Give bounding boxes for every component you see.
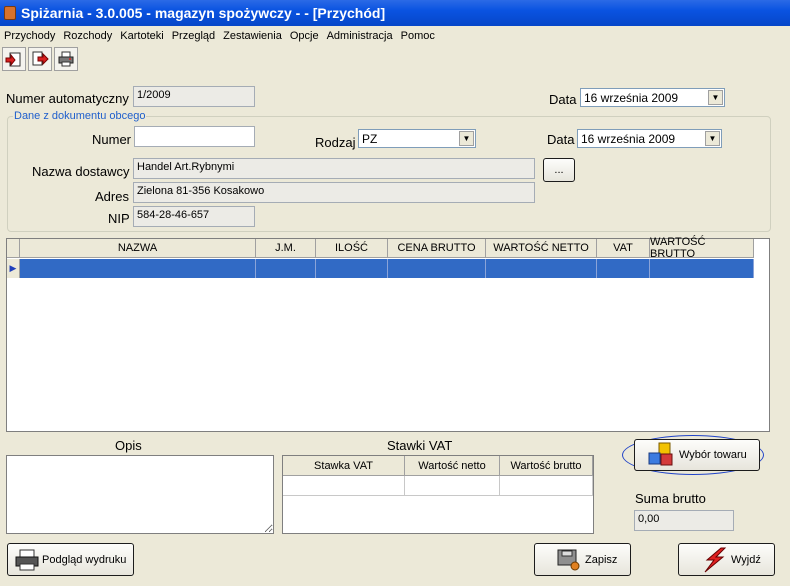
grid-header: NAZWA J.M. ILOŚĆ CENA BRUTTO WARTOŚĆ NET… [7, 236, 754, 260]
opis-textarea[interactable] [6, 455, 274, 534]
wybor-towaru-button[interactable]: Wybór towaru [634, 439, 760, 471]
numer-label: Numer [92, 132, 132, 147]
chevron-down-icon[interactable]: ▼ [705, 131, 720, 146]
cubes-icon [648, 442, 673, 466]
cell[interactable] [256, 259, 316, 278]
menu-rozchody[interactable]: Rozchody [59, 30, 116, 42]
col-wartosc-netto[interactable]: WARTOŚĆ NETTO [486, 239, 597, 258]
opis-label: Opis [115, 438, 142, 453]
items-grid[interactable]: NAZWA J.M. ILOŚĆ CENA BRUTTO WARTOŚĆ NET… [6, 236, 770, 432]
exit-label: Wyjdź [731, 553, 761, 566]
data2-label: Data [547, 132, 575, 147]
vat-col-netto: Wartość netto [405, 456, 500, 476]
export-icon [32, 51, 49, 66]
print-button[interactable] [54, 47, 78, 71]
save-icon [557, 549, 580, 570]
cell[interactable] [650, 259, 754, 278]
data1-label: Data [549, 92, 577, 107]
menu-pomoc[interactable]: Pomoc [397, 30, 439, 42]
menu-bar: Przychody Rozchody Kartoteki Przegląd Ze… [0, 27, 790, 45]
menu-zestawienia[interactable]: Zestawienia [219, 30, 286, 42]
col-jm[interactable]: J.M. [256, 239, 316, 258]
lightning-icon [704, 547, 727, 572]
cell [500, 476, 593, 496]
export-button[interactable] [28, 47, 52, 71]
cell[interactable] [486, 259, 597, 278]
suma-label: Suma brutto [635, 491, 706, 506]
window-title: Spiżarnia - 3.0.005 - magazyn spożywczy … [21, 5, 386, 21]
save-button[interactable]: Zapisz [534, 543, 631, 576]
vat-col-brutto: Wartość brutto [500, 456, 593, 476]
col-cena-brutto[interactable]: CENA BRUTTO [388, 239, 486, 258]
menu-przeglad[interactable]: Przegląd [168, 30, 219, 42]
exit-button[interactable]: Wyjdź [678, 543, 775, 576]
menu-przychody[interactable]: Przychody [0, 30, 59, 42]
row-indicator-icon: ▶ [7, 259, 20, 278]
choose-supplier-button[interactable]: ... [543, 158, 575, 182]
vat-col-stawka: Stawka VAT [283, 456, 405, 476]
suma-field: 0,00 [634, 510, 734, 531]
nip-field: 584-28-46-657 [133, 206, 255, 227]
preview-label: Podgląd wydruku [42, 553, 127, 566]
group-title: Dane z dokumentu obcego [13, 110, 147, 122]
vat-header: Stawka VAT Wartość netto Wartość brutto [283, 456, 593, 476]
cell [405, 476, 500, 496]
menu-kartoteki[interactable]: Kartoteki [116, 30, 167, 42]
app-icon [4, 6, 16, 20]
dostawca-label: Nazwa dostawcy [32, 164, 130, 179]
data2-date-picker[interactable]: 16 września 2009 ▼ [577, 129, 722, 148]
rodzaj-label: Rodzaj [315, 135, 356, 150]
cell[interactable] [597, 259, 650, 278]
cell[interactable] [20, 259, 256, 278]
data1-value: 16 września 2009 [584, 90, 679, 105]
col-nazwa[interactable]: NAZWA [20, 239, 256, 258]
numer-input[interactable] [134, 126, 255, 147]
wybor-towaru-label: Wybór towaru [679, 449, 747, 461]
new-document-button[interactable] [2, 47, 26, 71]
menu-opcje[interactable]: Opcje [286, 30, 323, 42]
print-icon [58, 51, 74, 67]
cell[interactable] [316, 259, 388, 278]
new-document-icon [5, 52, 21, 67]
table-row [283, 476, 593, 496]
data1-date-picker[interactable]: 16 września 2009 ▼ [580, 88, 725, 107]
rodzaj-select[interactable]: PZ ▼ [358, 129, 476, 148]
numer-auto-field: 1/2009 [133, 86, 255, 107]
chevron-down-icon[interactable]: ▼ [459, 131, 474, 146]
table-row[interactable]: ▶ [7, 259, 754, 278]
printer-icon [15, 549, 39, 570]
col-ilosc[interactable]: ILOŚĆ [316, 239, 388, 258]
vat-table: Stawka VAT Wartość netto Wartość brutto [282, 455, 594, 534]
preview-button[interactable]: Podgląd wydruku [7, 543, 134, 576]
nip-label: NIP [108, 211, 130, 226]
menu-administracja[interactable]: Administracja [323, 30, 397, 42]
chevron-down-icon[interactable]: ▼ [708, 90, 723, 105]
save-label: Zapisz [585, 553, 618, 566]
title-bar: Spiżarnia - 3.0.005 - magazyn spożywczy … [0, 0, 790, 26]
vat-title: Stawki VAT [387, 438, 453, 453]
grid-corner [7, 239, 20, 258]
dostawca-field: Handel Art.Rybnymi [133, 158, 535, 179]
col-wartosc-brutto[interactable]: WARTOŚĆ BRUTTO [650, 236, 754, 260]
cell [283, 476, 405, 496]
rodzaj-value: PZ [362, 131, 378, 146]
numer-auto-label: Numer automatyczny [6, 91, 129, 106]
toolbar [0, 47, 78, 73]
cell[interactable] [388, 259, 486, 278]
data2-value: 16 września 2009 [581, 131, 676, 146]
col-vat[interactable]: VAT [597, 239, 650, 258]
adres-field: Zielona 81-356 Kosakowo [133, 182, 535, 203]
adres-label: Adres [95, 189, 129, 204]
